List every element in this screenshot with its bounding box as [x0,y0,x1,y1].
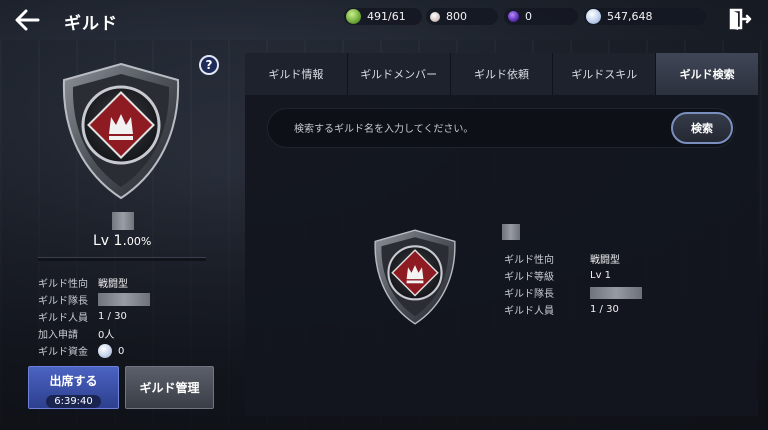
search-button[interactable]: 検索 [671,112,733,144]
result-row-members: ギルド人員 1 / 30 [504,301,642,318]
info-value: 0人 [98,330,115,341]
info-row-applications: 加入申請 0人 [38,325,150,342]
info-value: 1 / 30 [590,304,619,315]
purple-gem-icon [508,11,519,22]
info-key: ギルド隊長 [38,296,88,307]
result-leader-redacted [590,286,642,299]
top-bar: ギルド 491/61 800 0 547,648 [0,0,768,40]
tab-bar: ギルド情報 ギルドメンバー ギルド依頼 ギルドスキル ギルド検索 [245,53,758,95]
info-key: ギルド隊長 [504,289,554,300]
info-row-leader: ギルド隊長 [38,291,150,308]
guild-manage-button[interactable]: ギルド管理 [125,366,214,409]
silver-coin-icon [586,9,601,24]
pearl-icon [430,11,440,22]
guild-level: Lv 1.00% [93,233,151,249]
result-row-leader: ギルド隊長 [504,284,642,301]
info-key: ギルド資金 [38,347,88,358]
guild-name-redacted [112,212,134,230]
info-key: ギルド等級 [504,272,554,283]
resource-silver[interactable]: 547,648 [584,8,706,25]
info-value: 戦闘型 [590,255,620,266]
resource-value: 0 [525,10,532,23]
attend-button[interactable]: 出席する 6:39:40 [28,366,119,409]
resource-value: 800 [446,10,467,23]
result-row-tendency: ギルド性向 戦闘型 [504,250,642,267]
info-key: ギルド人員 [38,313,88,324]
guild-emblem-icon [62,62,180,200]
silver-coin-icon [98,343,112,358]
resource-stamina[interactable]: 491/61 [344,8,422,25]
level-label: Lv 1. [93,233,127,249]
back-arrow-icon [15,9,40,31]
info-key: ギルド性向 [504,255,554,266]
guild-search-input[interactable] [294,120,654,138]
tab-guild-members[interactable]: ギルドメンバー [348,53,451,95]
level-percent: 00% [126,235,152,248]
info-row-members: ギルド人員 1 / 30 [38,308,150,325]
result-guild-emblem-icon [374,229,456,325]
info-row-tendency: ギルド性向 戦闘型 [38,274,150,291]
exp-bar [38,257,206,261]
result-info-list: ギルド性向 戦闘型 ギルド等級 Lv 1 ギルド隊長 ギルド人員 1 / 30 [504,250,642,318]
resource-pearl[interactable]: 800 [426,8,498,25]
page-title: ギルド [64,14,118,34]
help-button[interactable]: ? [199,55,219,75]
back-button[interactable] [10,6,44,34]
search-bar: 検索 [267,108,735,148]
info-key: 加入申請 [38,330,78,341]
resource-gem[interactable]: 0 [504,8,578,25]
info-row-funds: ギルド資金 0 [38,342,150,359]
resource-value: 491/61 [367,10,406,23]
guild-info-list: ギルド性向 戦闘型 ギルド隊長 ギルド人員 1 / 30 加入申請 0人 ギルド… [38,274,150,359]
result-guild-name-redacted [502,224,520,240]
attend-timer: 6:39:40 [46,395,101,408]
tab-guild-info[interactable]: ギルド情報 [245,53,348,95]
tab-guild-requests[interactable]: ギルド依頼 [451,53,554,95]
guild-search-panel: ギルド情報 ギルドメンバー ギルド依頼 ギルドスキル ギルド検索 検索 ギルド性… [245,53,758,416]
funds-value: 0 [118,345,125,357]
tab-guild-search[interactable]: ギルド検索 [656,53,758,95]
exit-door-icon [729,8,752,30]
resource-value: 547,648 [607,10,653,23]
leader-name-redacted [98,293,150,306]
info-value: Lv 1 [590,270,612,281]
info-value: 戦闘型 [98,279,128,290]
tab-guild-skills[interactable]: ギルドスキル [553,53,657,95]
exit-button[interactable] [728,7,752,31]
stamina-icon [346,9,361,24]
info-value: 1 / 30 [98,311,127,322]
info-key: ギルド性向 [38,279,88,290]
info-value: 0 [98,343,125,358]
result-row-grade: ギルド等級 Lv 1 [504,267,642,284]
info-key: ギルド人員 [504,306,554,317]
attend-button-label: 出席する [49,374,98,388]
